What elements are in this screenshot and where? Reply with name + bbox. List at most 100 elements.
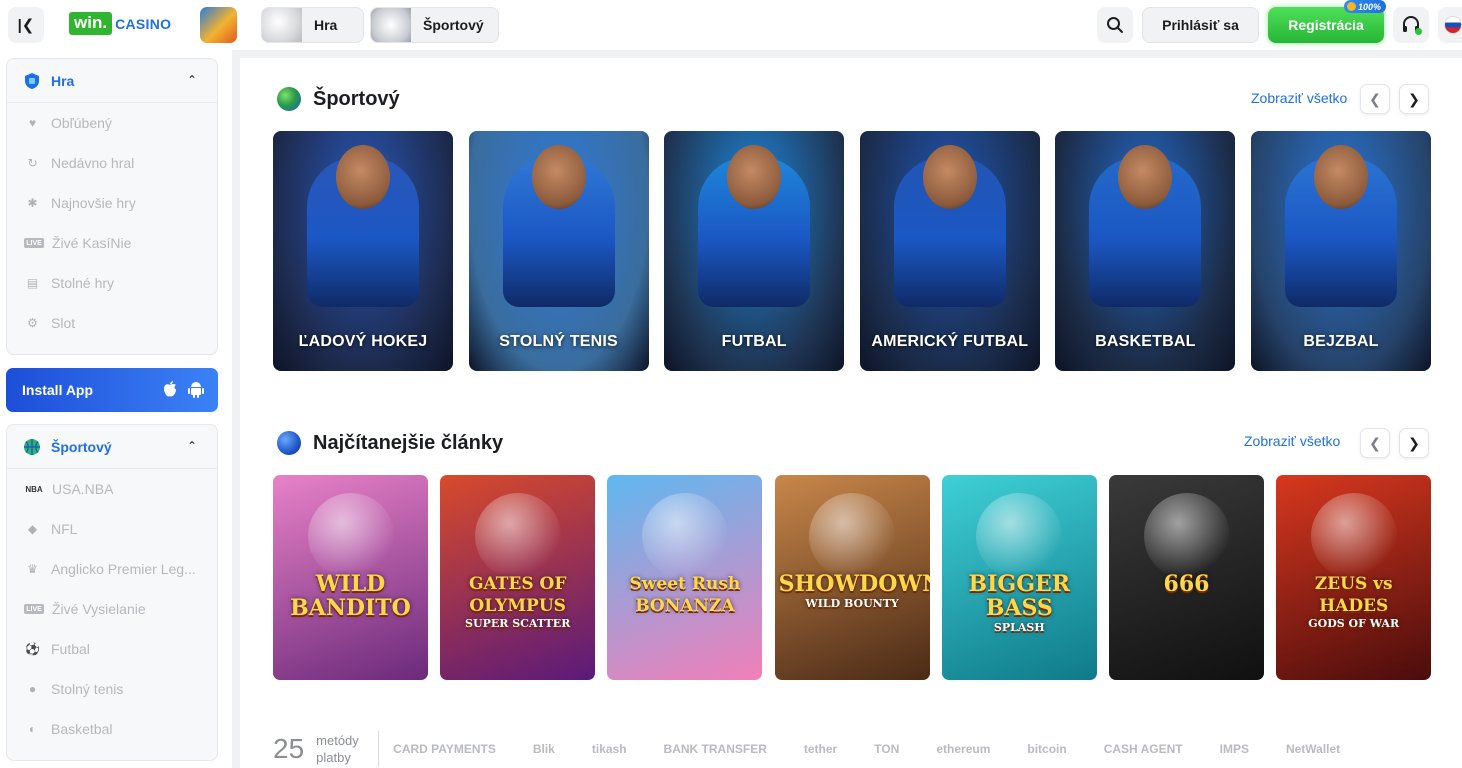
athlete-head bbox=[727, 145, 782, 209]
register-bonus-badge: 100% bbox=[1344, 0, 1387, 13]
sidebar-item-history[interactable]: ↻ Nedávno hral bbox=[7, 143, 217, 183]
athlete-head bbox=[531, 145, 586, 209]
game-subtitle: SPLASH bbox=[993, 621, 1045, 634]
sidebar-item-new[interactable]: ✱ Najnovšie hry bbox=[7, 183, 217, 223]
game-card[interactable]: BIGGER BASS SPLASH bbox=[941, 475, 1097, 680]
dice-image bbox=[262, 8, 302, 42]
sidebar-item-cards[interactable]: ▤ Stolné hry bbox=[7, 263, 217, 303]
game-card[interactable]: 666 bbox=[1109, 475, 1264, 680]
sport-list: NBA USA.NBA ◆ NFL ♛ Anglicko Premier Leg... LI… bbox=[7, 469, 217, 749]
game-title-text: ZEUS vs HADES bbox=[1314, 574, 1393, 616]
game-title: ZEUS vs HADES GODS OF WAR bbox=[1280, 573, 1427, 631]
history-icon: ↻ bbox=[27, 156, 38, 170]
sport-card[interactable]: BEJZBAL bbox=[1251, 131, 1431, 371]
nfl-icon: ◆ bbox=[27, 522, 38, 536]
sidebar: Hra ⌃ ♥ Obľúbený ↻ Nedávno hral ✱ Najnovšie h… bbox=[0, 50, 232, 768]
games-menu-header[interactable]: Hra ⌃ bbox=[7, 59, 217, 103]
sidebar-item-label: Futbal bbox=[51, 641, 90, 657]
sidebar-item-label: Obľúbený bbox=[51, 115, 112, 131]
sidebar-item-nba[interactable]: NBA USA.NBA bbox=[7, 469, 217, 509]
language-button[interactable] bbox=[1438, 7, 1462, 43]
sport-card[interactable]: ĽADOVÝ HOKEJ bbox=[273, 131, 453, 371]
install-app-label: Install App bbox=[22, 382, 94, 398]
support-button[interactable] bbox=[1393, 7, 1429, 43]
game-title: SHOWDOWN WILD BOUNTY bbox=[779, 573, 930, 611]
sidebar-item-gear[interactable]: ⚙ Slot bbox=[7, 303, 217, 343]
sport-card-label: ĽADOVÝ HOKEJ bbox=[298, 333, 428, 350]
game-subtitle: GODS OF WAR bbox=[1308, 617, 1400, 630]
payment-logo: ethereum bbox=[936, 742, 991, 756]
sport-menu-title: Športový bbox=[51, 438, 112, 455]
nav-hra-button[interactable]: Hra bbox=[261, 7, 364, 43]
ball-image bbox=[371, 8, 411, 42]
game-art bbox=[1310, 493, 1397, 579]
sport-menu-header[interactable]: Športový ⌃ bbox=[7, 425, 217, 469]
search-icon bbox=[1107, 17, 1123, 33]
sport-card[interactable]: STOLNÝ TENIS bbox=[468, 131, 649, 371]
sidebar-item-soccer-ball[interactable]: ⚽ Futbal bbox=[7, 629, 217, 669]
search-button[interactable] bbox=[1097, 7, 1133, 43]
payment-logo: tether bbox=[803, 742, 838, 756]
sidebar-item-label: Basketbal bbox=[51, 721, 113, 737]
athlete-head bbox=[922, 145, 977, 209]
promo-thumbnail[interactable] bbox=[200, 7, 237, 43]
game-card[interactable]: ZEUS vs HADES GODS OF WAR bbox=[1276, 475, 1432, 680]
articles-prev-button[interactable]: ❮ bbox=[1360, 428, 1390, 458]
globe-icon bbox=[277, 87, 301, 111]
game-art bbox=[641, 493, 728, 579]
sidebar-item-basketball[interactable]: ◐ Basketbal bbox=[7, 709, 217, 749]
collapse-sidebar-button[interactable]: |❮ bbox=[8, 7, 44, 43]
sidebar-item-live[interactable]: LIVE Živé KasíNie bbox=[7, 223, 217, 263]
game-card[interactable]: GATES OF OLYMPUS SUPER SCATTER bbox=[440, 475, 596, 680]
game-title-text: 666 bbox=[1163, 571, 1210, 597]
sport-card[interactable]: BASKETBAL bbox=[1055, 131, 1236, 371]
sport-menu: Športový ⌃ NBA USA.NBA ◆ NFL ♛ Anglicko Premi… bbox=[6, 424, 218, 761]
payment-logo: bitcoin bbox=[1027, 742, 1067, 756]
payment-methods-bar: 25 metódy platby CARD PAYMENTS Blik tikash… bbox=[273, 730, 1453, 768]
top-header: |❮ win. CASINO Hra Športový Prihlásiť sa… bbox=[0, 0, 1462, 50]
table-tennis-icon: ● bbox=[28, 682, 37, 696]
sidebar-item-label: Živé KasíNie bbox=[52, 235, 132, 251]
game-card[interactable]: Sweet Rush BONANZA bbox=[607, 475, 763, 680]
payment-logo: CASH AGENT bbox=[1103, 742, 1183, 756]
payment-methods-count: 25 bbox=[273, 733, 305, 764]
install-platforms bbox=[162, 380, 204, 398]
nav-sport-label: Športový bbox=[423, 17, 484, 33]
sports-next-button[interactable]: ❯ bbox=[1399, 84, 1429, 114]
sport-card-label: STOLNÝ TENIS bbox=[499, 333, 618, 350]
nav-sport-button[interactable]: Športový bbox=[370, 7, 499, 43]
game-art bbox=[976, 493, 1063, 579]
live-icon: LIVE bbox=[24, 604, 44, 614]
login-button[interactable]: Prihlásiť sa bbox=[1142, 7, 1259, 43]
sport-card[interactable]: AMERICKÝ FUTBAL bbox=[859, 131, 1040, 371]
slovak-flag-icon bbox=[1444, 16, 1462, 34]
articles-next-button[interactable]: ❯ bbox=[1399, 428, 1429, 458]
game-art bbox=[307, 493, 394, 579]
payment-logo: CARD PAYMENTS bbox=[393, 742, 496, 756]
game-card[interactable]: SHOWDOWN WILD BOUNTY bbox=[774, 475, 930, 680]
sidebar-item-label: NFL bbox=[51, 521, 78, 537]
sport-ball-icon bbox=[24, 438, 40, 455]
chevron-up-icon: ⌃ bbox=[186, 439, 197, 453]
sidebar-item-nfl[interactable]: ◆ NFL bbox=[7, 509, 217, 549]
sports-section-title: Športový bbox=[313, 87, 400, 110]
sports-prev-button[interactable]: ❮ bbox=[1360, 84, 1390, 114]
sidebar-item-label: Najnovšie hry bbox=[51, 195, 136, 211]
cards-icon: ▤ bbox=[26, 276, 39, 290]
live-icon: LIVE bbox=[24, 238, 44, 248]
articles-see-all-link[interactable]: Zobraziť všetko bbox=[1244, 433, 1340, 449]
sport-card[interactable]: FUTBAL bbox=[664, 131, 845, 371]
install-app-button[interactable]: Install App bbox=[6, 368, 218, 412]
sidebar-item-heart[interactable]: ♥ Obľúbený bbox=[7, 103, 217, 143]
games-menu-title: Hra bbox=[51, 72, 75, 89]
sidebar-item-label: Anglicko Premier Leg... bbox=[51, 561, 196, 577]
android-icon bbox=[188, 382, 204, 398]
logo[interactable]: win. CASINO bbox=[69, 12, 171, 35]
sports-see-all-link[interactable]: Zobraziť všetko bbox=[1251, 90, 1347, 106]
game-card[interactable]: WILD BANDITO bbox=[273, 475, 428, 680]
sidebar-item-premier-league[interactable]: ♛ Anglicko Premier Leg... bbox=[7, 549, 217, 589]
articles-section-title: Najčítanejšie články bbox=[313, 431, 504, 454]
sidebar-item-table-tennis[interactable]: ● Stolný tenis bbox=[7, 669, 217, 709]
sidebar-item-live[interactable]: LIVE Živé Vysielanie bbox=[7, 589, 217, 629]
games-menu: Hra ⌃ ♥ Obľúbený ↻ Nedávno hral ✱ Najnovšie h… bbox=[6, 58, 218, 355]
